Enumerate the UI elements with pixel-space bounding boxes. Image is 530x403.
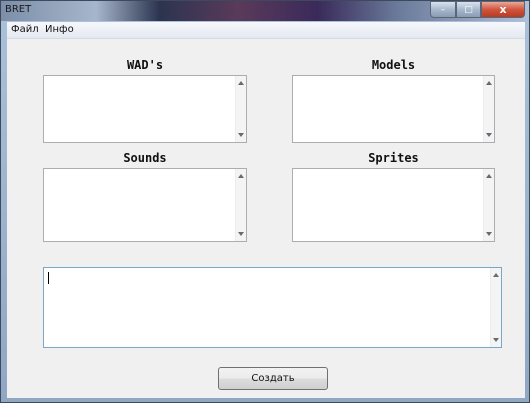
sprites-list[interactable] <box>292 168 495 242</box>
text-caret <box>48 272 49 284</box>
minimize-icon: – <box>440 4 446 15</box>
output-textarea[interactable] <box>43 267 502 348</box>
scroll-up-icon[interactable] <box>238 174 244 178</box>
wads-scrollbar[interactable] <box>235 76 246 142</box>
output-scrollbar[interactable] <box>490 268 501 347</box>
window-controls: – □ x <box>430 1 525 19</box>
wads-list[interactable] <box>43 75 247 143</box>
scroll-up-icon[interactable] <box>486 174 492 178</box>
sounds-scrollbar[interactable] <box>235 169 246 241</box>
close-icon: x <box>499 3 507 16</box>
scroll-up-icon[interactable] <box>486 81 492 85</box>
create-button-label: Создать <box>251 373 295 384</box>
menu-info[interactable]: Инфо <box>45 24 74 35</box>
minimize-button[interactable]: – <box>430 1 456 18</box>
scroll-down-icon[interactable] <box>486 232 492 236</box>
maximize-button[interactable]: □ <box>456 1 481 18</box>
scroll-down-icon[interactable] <box>486 133 492 137</box>
scroll-up-icon[interactable] <box>493 273 499 277</box>
title-bar[interactable]: BRET – □ x <box>1 1 529 21</box>
menu-bar: Файл Инфо <box>7 22 525 39</box>
wads-label: WAD's <box>126 58 164 72</box>
models-list[interactable] <box>292 75 495 143</box>
window-title: BRET <box>5 4 32 15</box>
scroll-up-icon[interactable] <box>238 81 244 85</box>
sprites-label: Sprites <box>368 151 419 165</box>
scroll-down-icon[interactable] <box>238 133 244 137</box>
close-button[interactable]: x <box>481 1 525 18</box>
create-button[interactable]: Создать <box>218 367 328 390</box>
scroll-down-icon[interactable] <box>238 232 244 236</box>
maximize-icon: □ <box>464 4 473 15</box>
models-label: Models <box>371 58 416 72</box>
app-window: BRET – □ x Файл Инфо WAD's Models Sounds… <box>0 0 530 403</box>
sprites-scrollbar[interactable] <box>483 169 494 241</box>
sounds-list[interactable] <box>43 168 247 242</box>
menu-file[interactable]: Файл <box>11 24 39 35</box>
client-area: Файл Инфо WAD's Models Sounds Sprites Со… <box>7 22 525 398</box>
sounds-label: Sounds <box>123 151 167 165</box>
scroll-down-icon[interactable] <box>493 338 499 342</box>
models-scrollbar[interactable] <box>483 76 494 142</box>
